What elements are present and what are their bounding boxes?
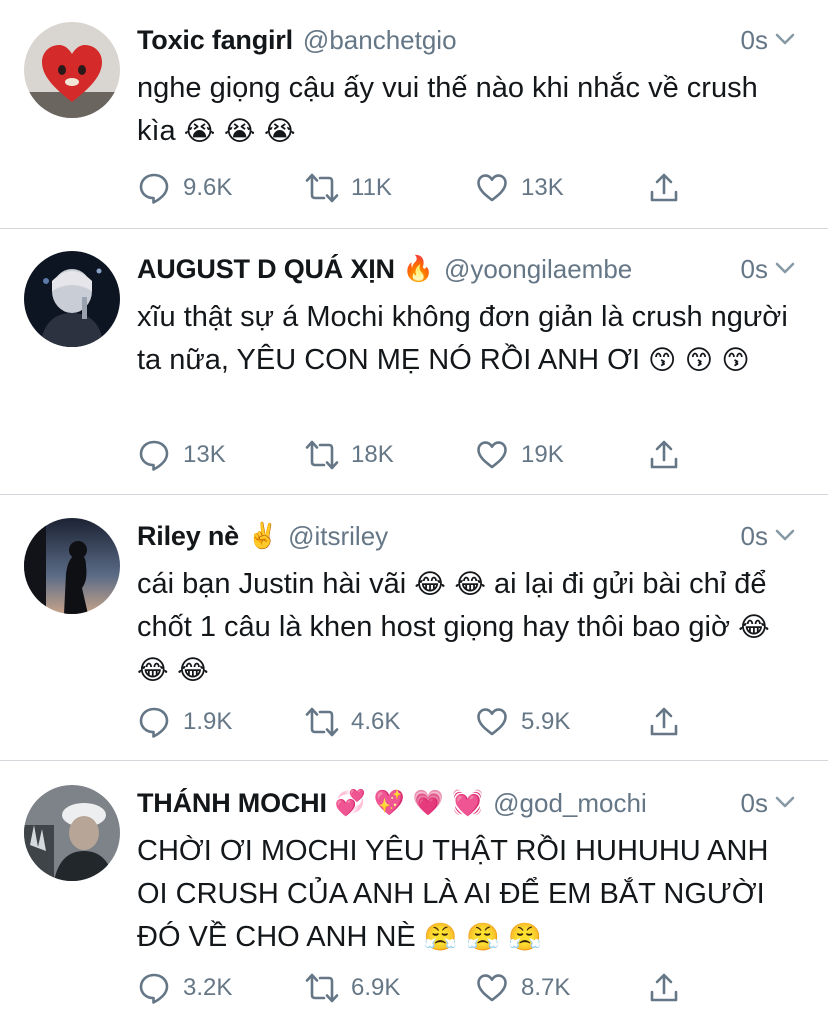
- tweet-card[interactable]: Toxic fangirl @banchetgio 0s nghe giọng …: [0, 0, 828, 240]
- retweet-button[interactable]: 4.6K: [305, 702, 400, 742]
- display-name[interactable]: THÁNH MOCHI: [137, 788, 327, 819]
- heart-icon: [475, 438, 509, 472]
- retweet-icon: [305, 705, 339, 739]
- reply-icon: [137, 705, 171, 739]
- reply-count: 3.2K: [183, 974, 233, 1001]
- emoji-group: 😙 😙 😙: [648, 345, 750, 376]
- reply-icon: [137, 971, 171, 1005]
- like-button[interactable]: 5.9K: [475, 702, 570, 742]
- share-button[interactable]: [647, 168, 681, 208]
- user-handle[interactable]: @yoongilaembe: [444, 254, 632, 285]
- user-handle[interactable]: @banchetgio: [303, 25, 457, 56]
- action-bar: 13K 18K 19K: [137, 435, 697, 475]
- retweet-count: 18K: [351, 441, 394, 468]
- retweet-icon: [305, 171, 339, 205]
- name-emoji: 🔥: [402, 254, 434, 283]
- tweet-header: AUGUST D QUÁ XỊN 🔥 @yoongilaembe: [137, 249, 804, 289]
- divider: [0, 494, 828, 495]
- reply-button[interactable]: 9.6K: [137, 168, 232, 208]
- like-count: 5.9K: [521, 708, 571, 735]
- timestamp[interactable]: 0s: [741, 516, 768, 556]
- share-icon: [647, 171, 681, 205]
- avatar[interactable]: [24, 785, 120, 881]
- emoji-group: 😭 😭 😭: [183, 116, 296, 147]
- reply-icon: [137, 171, 171, 205]
- like-button[interactable]: 13K: [475, 168, 564, 208]
- like-button[interactable]: 19K: [475, 435, 564, 475]
- reply-count: 9.6K: [183, 174, 233, 201]
- tweet-card[interactable]: AUGUST D QUÁ XỊN 🔥 @yoongilaembe 0s xĩu …: [0, 229, 828, 494]
- tweet-header: Riley nè ✌️ @itsriley: [137, 516, 804, 556]
- retweet-count: 4.6K: [351, 708, 401, 735]
- like-count: 13K: [521, 174, 564, 201]
- tweet-header: Toxic fangirl @banchetgio: [137, 20, 804, 60]
- like-button[interactable]: 8.7K: [475, 968, 570, 1008]
- retweet-button[interactable]: 11K: [305, 168, 392, 208]
- action-bar: 1.9K 4.6K 5.9K: [137, 702, 697, 742]
- tweet-card[interactable]: Riley nè ✌️ @itsriley 0s cái bạn Justin …: [0, 496, 828, 761]
- share-button[interactable]: [647, 702, 681, 742]
- tweet-text: cái bạn Justin hài vãi 😂 😂 ai lại đi gửi…: [137, 563, 798, 692]
- action-bar: 3.2K 6.9K 8.7K: [137, 968, 697, 1008]
- avatar[interactable]: [24, 251, 120, 347]
- avatar-image: [24, 785, 120, 881]
- reply-count: 1.9K: [183, 708, 233, 735]
- reply-icon: [137, 438, 171, 472]
- display-name[interactable]: Toxic fangirl: [137, 25, 293, 56]
- tweet-text: CHỜI ƠI MOCHI YÊU THẬT RỒI HUHUHU ANH OI…: [137, 830, 798, 959]
- avatar[interactable]: [24, 22, 120, 118]
- timestamp[interactable]: 0s: [741, 20, 768, 60]
- tweet-card[interactable]: THÁNH MOCHI 💞 💖 💗 💓 @god_mochi 0s CHỜI Ơ…: [0, 763, 828, 1026]
- chevron-down-icon[interactable]: [774, 791, 796, 813]
- share-icon: [647, 705, 681, 739]
- reply-button[interactable]: 3.2K: [137, 968, 232, 1008]
- share-button[interactable]: [647, 968, 681, 1008]
- tweet-feed: Toxic fangirl @banchetgio 0s nghe giọng …: [0, 0, 828, 1026]
- retweet-button[interactable]: 18K: [305, 435, 394, 475]
- retweet-icon: [305, 971, 339, 1005]
- user-handle[interactable]: @god_mochi: [493, 788, 647, 819]
- tweet-text: nghe giọng cậu ấy vui thế nào khi nhắc v…: [137, 67, 798, 153]
- retweet-button[interactable]: 6.9K: [305, 968, 400, 1008]
- avatar-image: [24, 251, 120, 347]
- heart-icon: [475, 705, 509, 739]
- timestamp[interactable]: 0s: [741, 249, 768, 289]
- share-icon: [647, 971, 681, 1005]
- retweet-count: 11K: [351, 174, 392, 201]
- emoji-group: 😤 😤 😤: [423, 922, 542, 953]
- like-count: 8.7K: [521, 974, 571, 1001]
- like-count: 19K: [521, 441, 564, 468]
- avatar-image: [24, 22, 120, 118]
- reply-count: 13K: [183, 441, 226, 468]
- timestamp[interactable]: 0s: [741, 783, 768, 823]
- emoji-group: 😂 😂: [414, 569, 486, 600]
- retweet-count: 6.9K: [351, 974, 401, 1001]
- heart-icon: [475, 971, 509, 1005]
- share-button[interactable]: [647, 435, 681, 475]
- name-emoji: ✌️: [246, 521, 279, 550]
- reply-button[interactable]: 1.9K: [137, 702, 232, 742]
- tweet-text-content: cái bạn Justin hài vãi: [137, 568, 407, 600]
- reply-button[interactable]: 13K: [137, 435, 226, 475]
- action-bar: 9.6K 11K 13K: [137, 168, 697, 208]
- display-name[interactable]: Riley nè: [137, 521, 239, 552]
- display-name[interactable]: AUGUST D QUÁ XỊN: [137, 254, 395, 285]
- chevron-down-icon[interactable]: [774, 257, 796, 279]
- avatar-image: [24, 518, 120, 614]
- retweet-icon: [305, 438, 339, 472]
- avatar[interactable]: [24, 518, 120, 614]
- divider: [0, 760, 828, 761]
- tweet-header: THÁNH MOCHI 💞 💖 💗 💓 @god_mochi: [137, 783, 804, 823]
- chevron-down-icon[interactable]: [774, 524, 796, 546]
- tweet-text: xĩu thật sự á Mochi không đơn giản là cr…: [137, 296, 798, 382]
- name-emoji: 💞 💖 💗 💓: [334, 788, 484, 817]
- chevron-down-icon[interactable]: [774, 28, 796, 50]
- user-handle[interactable]: @itsriley: [288, 521, 388, 552]
- heart-icon: [475, 171, 509, 205]
- share-icon: [647, 438, 681, 472]
